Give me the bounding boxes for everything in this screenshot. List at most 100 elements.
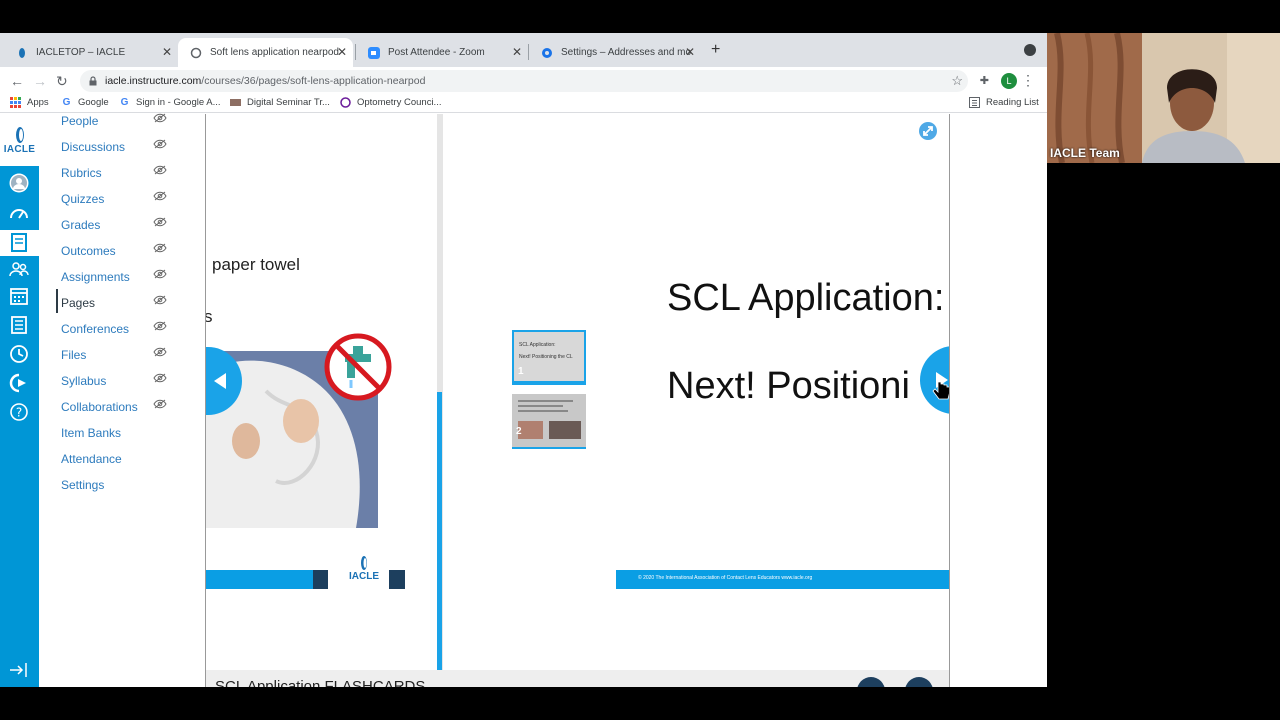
course-nav-quizzes[interactable]: Quizzes [61, 192, 104, 206]
bookmark-optometry-council[interactable]: Optometry Counci... [340, 97, 441, 108]
browser-window: IACLETOP – IACLE ✕ Soft lens application… [0, 33, 1047, 687]
active-indicator [56, 289, 58, 313]
reading-list-button[interactable]: Reading List [969, 97, 1039, 108]
account-avatar-icon[interactable] [9, 173, 29, 193]
calendar-icon[interactable] [9, 286, 29, 306]
bookmark-google[interactable]: G Google [61, 97, 109, 108]
thumb-text-line [518, 405, 563, 407]
inbox-icon[interactable] [9, 315, 29, 335]
thumb-number: 1 [518, 366, 524, 377]
iacle-logo[interactable]: IACLE [0, 114, 39, 166]
slide-footer-bar: © 2020 The International Association of … [616, 570, 949, 589]
course-nav-item-banks[interactable]: Item Banks [61, 426, 121, 440]
nearpod-embed: paper towel s [205, 114, 950, 687]
course-nav-discussions[interactable]: Discussions [61, 140, 125, 154]
course-nav-syllabus[interactable]: Syllabus [61, 374, 106, 388]
iacle-logo-mark [15, 126, 24, 143]
commons-share-icon[interactable] [9, 373, 29, 393]
logo-text: IACLE [3, 143, 36, 155]
hand-cursor-icon [932, 381, 949, 400]
arrow-left-icon [214, 373, 226, 389]
thumb-text-line [518, 410, 568, 412]
help-question-icon[interactable]: ? [9, 402, 29, 422]
collapse-nav-icon[interactable] [9, 660, 29, 680]
bottom-black-bar [0, 687, 1280, 720]
expand-icon[interactable] [919, 122, 937, 140]
svg-text:?: ? [16, 406, 22, 420]
back-icon[interactable]: ← [10, 73, 24, 89]
iacle-favicon-icon [16, 47, 28, 59]
bottom-control-button[interactable] [905, 677, 933, 687]
forward-icon[interactable]: → [33, 73, 47, 89]
tab-soft-lens-application[interactable]: Soft lens application nearpod ✕ [178, 38, 353, 67]
slide-thumbnail-1[interactable]: SCL Application: Next! Positioning the C… [512, 330, 586, 385]
tab-title: IACLETOP – IACLE [36, 47, 126, 58]
new-tab-icon[interactable]: + [711, 41, 720, 59]
slide-footer-bar [206, 570, 313, 589]
close-tab-icon[interactable]: ✕ [685, 46, 695, 58]
hidden-eye-icon [153, 191, 167, 201]
course-nav-rubrics[interactable]: Rubrics [61, 166, 102, 180]
dashboard-gauge-icon[interactable] [9, 204, 29, 224]
course-nav-settings[interactable]: Settings [61, 478, 104, 492]
hidden-eye-icon [153, 139, 167, 149]
nearpod-bottom-bar: SCL Application FLASHCARDS [206, 670, 949, 687]
tab-settings-addresses[interactable]: Settings – Addresses and more ✕ [529, 38, 701, 67]
tab-title: Soft lens application nearpod [210, 47, 339, 58]
course-nav-grades[interactable]: Grades [61, 218, 100, 232]
course-nav-people[interactable]: People [61, 114, 98, 128]
reload-icon[interactable]: ↻ [56, 73, 68, 90]
close-tab-icon[interactable]: ✕ [512, 46, 522, 58]
bookmark-digital-seminar[interactable]: Digital Seminar Tr... [230, 97, 330, 108]
tab-title: Settings – Addresses and more [561, 47, 691, 58]
next-slide-button[interactable] [920, 346, 949, 414]
bookmark-apps[interactable]: Apps [10, 97, 49, 108]
participant-video-frame [1047, 33, 1280, 163]
bookmark-label: Apps [27, 97, 49, 108]
top-black-bar [0, 0, 1280, 33]
bookmark-sign-in-google[interactable]: G Sign in - Google A... [119, 97, 221, 108]
browser-menu-icon[interactable]: ⋮ [1021, 72, 1035, 89]
groups-people-icon[interactable] [9, 259, 29, 279]
close-tab-icon[interactable]: ✕ [337, 46, 347, 58]
previous-slide: paper towel s [206, 114, 437, 670]
courses-nav-active[interactable] [0, 230, 39, 256]
thumb-number: 2 [516, 426, 522, 437]
bookmark-star-icon[interactable]: ☆ [951, 73, 963, 89]
bookmark-label: Google [78, 97, 109, 108]
course-nav-collaborations[interactable]: Collaborations [61, 400, 138, 414]
thumb-underline [514, 381, 584, 383]
courses-book-icon [11, 233, 27, 252]
hidden-eye-icon [153, 165, 167, 175]
tab-iacletop[interactable]: IACLETOP – IACLE ✕ [4, 38, 178, 67]
zoom-participant-video[interactable]: IACLE Team [1047, 33, 1280, 163]
page-content: IACLE ? People Discussions Rubrics Quizzes G… [0, 113, 1047, 687]
profile-avatar[interactable]: L [1001, 73, 1017, 89]
iacle-logo-mark [361, 556, 367, 570]
slide-footer-accent [389, 570, 405, 589]
course-nav-pages[interactable]: Pages [61, 296, 95, 310]
bookmark-label: Optometry Counci... [357, 97, 442, 108]
hidden-eye-icon [153, 295, 167, 305]
course-nav-outcomes[interactable]: Outcomes [61, 244, 116, 258]
course-nav-files[interactable]: Files [61, 348, 86, 362]
bottom-control-button[interactable] [857, 677, 885, 687]
tab-title: Post Attendee - Zoom [388, 47, 485, 58]
thumb-photo [549, 421, 581, 439]
no-tap-water-icon [324, 333, 392, 401]
slide-thumbnail-2[interactable]: 2 [512, 394, 586, 449]
course-nav-attendance[interactable]: Attendance [61, 452, 122, 466]
tab-post-attendee-zoom[interactable]: Post Attendee - Zoom ✕ [356, 38, 528, 67]
url-field[interactable]: iacle.instructure.com/courses/36/pages/s… [80, 70, 968, 92]
slide-footer-accent [313, 570, 328, 589]
tab-strip: IACLETOP – IACLE ✕ Soft lens application… [0, 33, 1047, 67]
history-clock-icon[interactable] [9, 344, 29, 364]
thumb-underline [512, 447, 586, 449]
tab-search-icon[interactable] [1024, 44, 1036, 56]
extensions-puzzle-icon[interactable]: ✚ [980, 74, 989, 87]
hidden-eye-icon [153, 347, 167, 357]
course-nav-assignments[interactable]: Assignments [61, 270, 130, 284]
close-tab-icon[interactable]: ✕ [162, 46, 172, 58]
course-nav-conferences[interactable]: Conferences [61, 322, 129, 336]
slide-iacle-logo: IACLE [347, 555, 381, 595]
